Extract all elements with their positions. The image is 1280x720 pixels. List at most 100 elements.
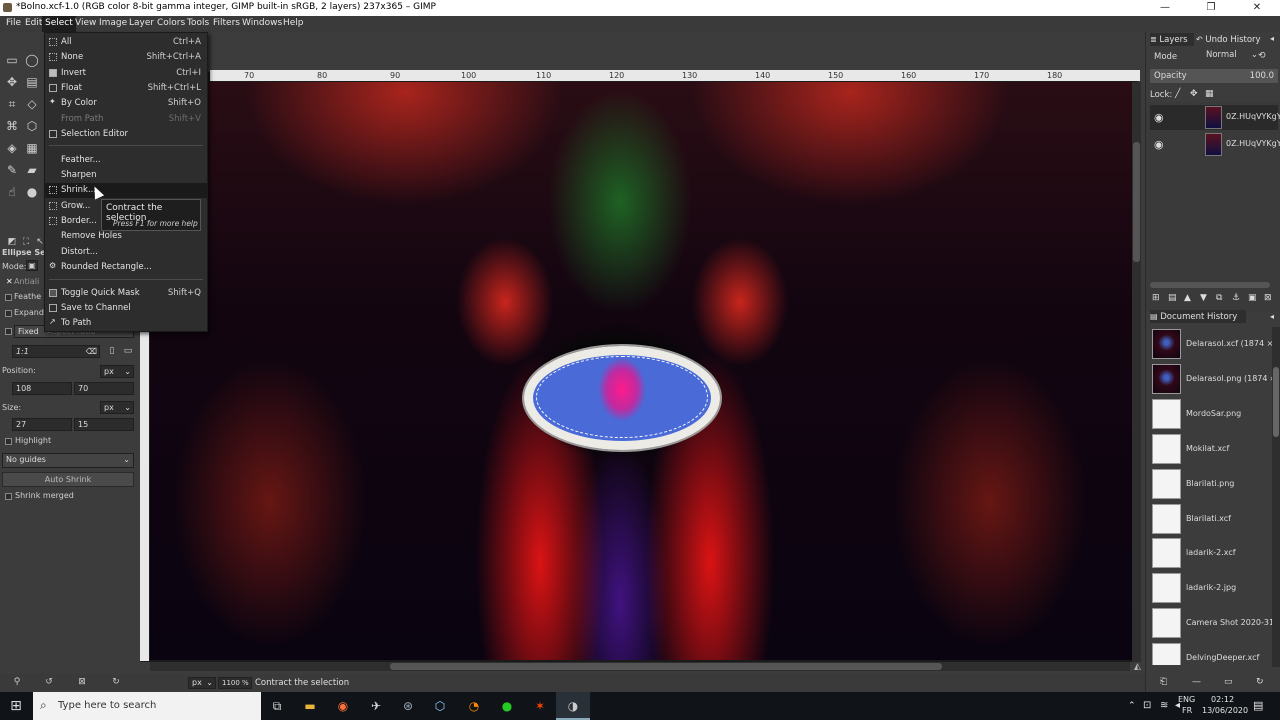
- restore-icon[interactable]: ↺: [42, 677, 56, 689]
- warp-tool-icon[interactable]: ⌘: [4, 118, 20, 134]
- file-explorer-icon[interactable]: ▬: [302, 698, 318, 714]
- guides-select[interactable]: No guides ⌄: [2, 453, 134, 468]
- menu-file[interactable]: File: [3, 18, 24, 28]
- menu-item-all[interactable]: All Ctrl+A: [45, 35, 207, 50]
- size-unit-select[interactable]: px ⌄: [100, 401, 134, 414]
- menu-item-none[interactable]: None Shift+Ctrl+A: [45, 50, 207, 65]
- landscape-icon[interactable]: ▭: [120, 343, 136, 359]
- delete-layer-icon[interactable]: ⊠: [1264, 293, 1272, 303]
- navigate-icon[interactable]: ◭: [1134, 662, 1141, 672]
- layer-row[interactable]: ◉ 0Z.HUqVYKgY.jp: [1150, 132, 1280, 157]
- ellipse-select-tool-icon[interactable]: ◯: [24, 52, 40, 68]
- menu-item-feather[interactable]: Feather...: [45, 153, 207, 168]
- eraser-tool-icon[interactable]: ▰: [24, 162, 40, 178]
- menu-item-shrink[interactable]: Shrink...: [45, 183, 207, 198]
- history-item[interactable]: Camera Shot 2020-31: [1150, 607, 1272, 640]
- reset-icon[interactable]: ↻: [109, 677, 123, 689]
- ellipse-selection-marquee[interactable]: [536, 356, 708, 438]
- horizontal-ruler[interactable]: 70 80 90 100 110 120 130 140 150 160 170…: [210, 70, 1140, 81]
- rect-select-tool-icon[interactable]: ▭: [4, 52, 20, 68]
- tab-undo-history[interactable]: ↶ Undo History: [1196, 33, 1272, 46]
- new-layer-icon[interactable]: ⊞: [1152, 293, 1160, 303]
- portrait-icon[interactable]: ▯: [104, 343, 120, 359]
- antialias-check-icon[interactable]: ✕: [6, 277, 13, 286]
- menu-tools[interactable]: Tools: [184, 18, 212, 28]
- configure-tab-icon[interactable]: ◂: [1270, 34, 1274, 43]
- open-image-icon[interactable]: ⎗: [1160, 677, 1167, 687]
- history-item[interactable]: DelvingDeeper.xcf: [1150, 642, 1272, 665]
- menu-item-float[interactable]: Float Shift+Ctrl+L: [45, 81, 207, 96]
- raise-layer-icon[interactable]: ▲: [1184, 293, 1191, 303]
- history-item[interactable]: Delarasol.png (1874 ›: [1150, 363, 1272, 396]
- highlight-checkbox[interactable]: [5, 438, 12, 445]
- transform-tool-icon[interactable]: ◇: [24, 96, 40, 112]
- vertical-scrollbar[interactable]: [1132, 82, 1141, 662]
- fixed-checkbox[interactable]: [5, 328, 12, 335]
- menu-help[interactable]: Help: [280, 18, 307, 28]
- remove-entry-icon[interactable]: —: [1192, 677, 1201, 687]
- layer-row[interactable]: ◉ 0Z.HUqVYKgY.jp: [1150, 105, 1280, 130]
- gradient-tool-icon[interactable]: ▦: [24, 140, 40, 156]
- lower-layer-icon[interactable]: ▼: [1200, 293, 1207, 303]
- move-tool-icon[interactable]: ✥: [4, 74, 20, 90]
- tab-document-history[interactable]: ▤ Document History: [1150, 310, 1246, 323]
- app-orange-icon[interactable]: ✶: [532, 698, 548, 714]
- menu-item-distort[interactable]: Distort...: [45, 245, 207, 260]
- menu-item-selection-editor[interactable]: Selection Editor: [45, 127, 207, 142]
- zoom-select[interactable]: 1100 %: [218, 677, 252, 689]
- size-h-field[interactable]: 15: [74, 418, 134, 431]
- scrollbar-thumb[interactable]: [1273, 367, 1279, 437]
- history-item[interactable]: Blarilati.png: [1150, 468, 1272, 501]
- mode-replace-icon[interactable]: ▣: [26, 260, 38, 271]
- delete-icon[interactable]: ⊠: [75, 677, 89, 689]
- history-item[interactable]: ladarik-2.jpg: [1150, 572, 1272, 605]
- taskbar-search-box[interactable]: ⌕ Type here to search: [33, 692, 261, 720]
- anchor-layer-icon[interactable]: ⚓: [1232, 293, 1240, 303]
- firefox-icon[interactable]: ◉: [335, 698, 351, 714]
- auto-shrink-button[interactable]: Auto Shrink: [2, 472, 134, 487]
- visibility-eye-icon[interactable]: ◉: [1154, 111, 1164, 124]
- menu-item-rounded-rectangle[interactable]: ⚙ Rounded Rectangle...: [45, 260, 207, 275]
- blender-icon[interactable]: ◔: [466, 698, 482, 714]
- close-button[interactable]: ✕: [1234, 0, 1280, 16]
- unit-select[interactable]: px ⌄: [188, 677, 216, 689]
- windows-start-icon[interactable]: ⊞: [8, 698, 24, 714]
- minimize-button[interactable]: —: [1142, 0, 1188, 16]
- scrollbar-thumb[interactable]: [390, 663, 942, 670]
- position-y-field[interactable]: 70: [74, 382, 134, 395]
- maximize-button[interactable]: ❐: [1188, 0, 1234, 16]
- clear-history-icon[interactable]: ▭: [1224, 677, 1233, 687]
- duplicate-layer-icon[interactable]: ⧉: [1216, 293, 1222, 303]
- tray-chevron-icon[interactable]: ⌃: [1128, 701, 1136, 711]
- clock-date[interactable]: 13/06/2020: [1202, 706, 1248, 715]
- menu-item-save-to-channel[interactable]: Save to Channel: [45, 301, 207, 316]
- scrollbar-thumb[interactable]: [1133, 142, 1140, 262]
- bucket-fill-icon[interactable]: ◈: [4, 140, 20, 156]
- gimp-taskbar-button[interactable]: ◑: [556, 692, 590, 720]
- menu-item-remove-holes[interactable]: Remove Holes: [45, 229, 207, 244]
- layer-mode-select[interactable]: Normal ⌄: [1206, 50, 1258, 63]
- menu-layer[interactable]: Layer: [126, 18, 157, 28]
- clear-icon[interactable]: ⌫: [86, 346, 97, 357]
- history-item[interactable]: ladarik-2.xcf: [1150, 537, 1272, 570]
- align-tool-icon[interactable]: ▤: [24, 74, 40, 90]
- language-eng[interactable]: ENG: [1178, 695, 1195, 704]
- expand-checkbox[interactable]: [5, 310, 12, 317]
- new-group-icon[interactable]: ▤: [1168, 293, 1177, 303]
- history-scrollbar[interactable]: [1272, 327, 1280, 667]
- task-view-icon[interactable]: ⧉: [269, 698, 285, 714]
- menu-item-toggle-quick-mask[interactable]: Toggle Quick Mask Shift+Q: [45, 286, 207, 301]
- size-w-field[interactable]: 27: [12, 418, 72, 431]
- dodge-tool-icon[interactable]: ●: [24, 184, 40, 200]
- language-fr[interactable]: FR: [1182, 706, 1192, 715]
- menu-item-invert[interactable]: Invert Ctrl+I: [45, 66, 207, 81]
- feather-checkbox[interactable]: [5, 294, 12, 301]
- configure-tab-icon[interactable]: ◂: [1270, 312, 1274, 321]
- history-item[interactable]: Delarasol.xcf (1874 ×: [1150, 328, 1272, 361]
- crop-tool-icon[interactable]: ⌗: [4, 96, 20, 112]
- history-item[interactable]: Blarilati.xcf: [1150, 503, 1272, 536]
- spotify-icon[interactable]: ●: [499, 698, 515, 714]
- unity-icon[interactable]: ⬡: [432, 698, 448, 714]
- opacity-slider[interactable]: Opacity 100.0: [1150, 69, 1278, 83]
- cage-tool-icon[interactable]: ⬡: [24, 118, 40, 134]
